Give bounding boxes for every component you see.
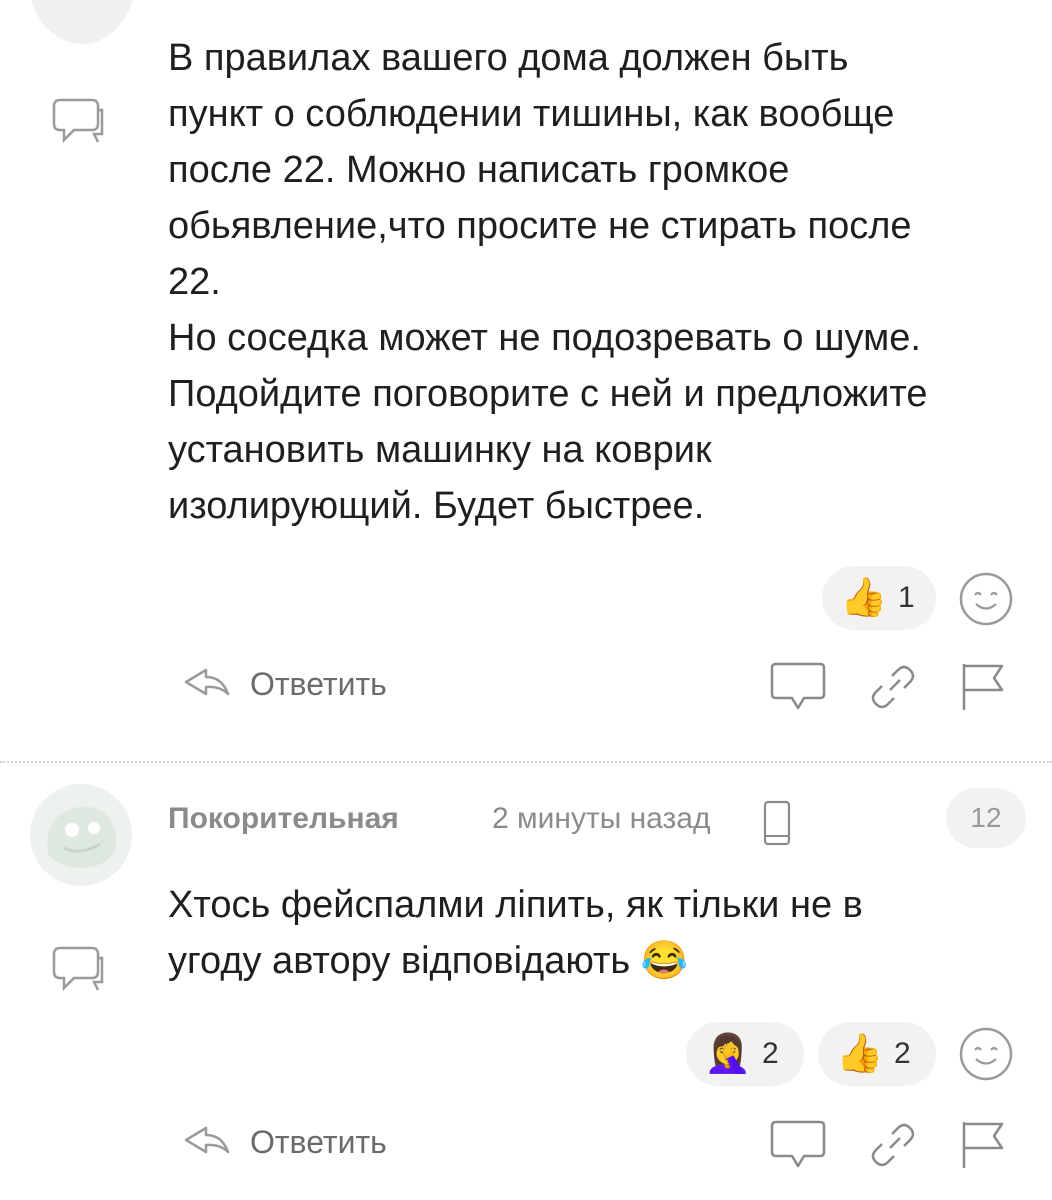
reply-label: Ответить [250,665,387,702]
reply-arrow-icon [182,664,232,704]
reply-label: Ответить [250,1123,387,1160]
phone-icon [762,800,792,846]
comment-bubble-icon[interactable] [52,944,106,994]
reply-button[interactable]: Ответить [182,1122,387,1162]
comment-text-line: Подойдите поговорите с ней и предложите [168,373,928,415]
link-icon[interactable] [870,1122,916,1168]
comment-text-line: угоду автору відповідають 😂 [168,940,689,982]
chat-bubble-icon[interactable] [770,660,826,714]
flag-icon[interactable] [960,660,1006,712]
chat-bubble-icon[interactable] [770,1118,826,1172]
reply-button[interactable]: Ответить [182,664,387,704]
flag-icon[interactable] [960,1118,1006,1170]
comment-divider [0,761,1052,763]
reaction-count: 2 [894,1037,911,1070]
comment-body: В правилах вашего дома должен быть пункт… [168,30,928,534]
reaction-count: 2 [762,1037,779,1070]
comment-text-line: изолирующий. Будет быстрее. [168,485,705,527]
comment-text-line: Хтось фейспалми ліпить, як тільки не в [168,884,863,926]
comment-bubble-icon[interactable] [52,96,106,146]
comment-author[interactable]: Покорительная [168,802,399,836]
reaction-count: 1 [898,581,915,614]
comment-text-line: установить машинку на коврик [168,429,712,471]
comment-text-line: пункт о соблюдении тишины, как вообще [168,93,895,135]
avatar[interactable] [30,784,132,886]
comment-text-line: В правилах вашего дома должен быть [168,37,849,79]
reaction-like[interactable]: 👍 2 [818,1022,936,1086]
comment-number-badge: 12 [946,788,1026,848]
comment-text-line: Но соседка может не подозревать о шуме. [168,317,921,359]
comment-time: 2 минуты назад [492,802,711,835]
smiley-icon[interactable] [958,571,1014,627]
thumbs-up-icon: 👍 [840,577,888,619]
smiley-icon[interactable] [958,1026,1014,1082]
link-icon[interactable] [870,664,916,710]
facepalm-icon: 🤦‍♀️ [704,1033,752,1075]
reaction-facepalm[interactable]: 🤦‍♀️ 2 [686,1022,804,1086]
comment-text-line: 22. [168,261,221,303]
comment-text-line: после 22. Можно написать громкое [168,149,790,191]
reaction-like[interactable]: 👍 1 [822,566,936,630]
avatar[interactable] [28,0,136,44]
comment-body: Хтось фейспалми ліпить, як тільки не в у… [168,877,863,989]
reply-arrow-icon [182,1122,232,1162]
thumbs-up-icon: 👍 [836,1033,884,1075]
comment-text-line: обьявление,что просите не стирать после [168,205,912,247]
